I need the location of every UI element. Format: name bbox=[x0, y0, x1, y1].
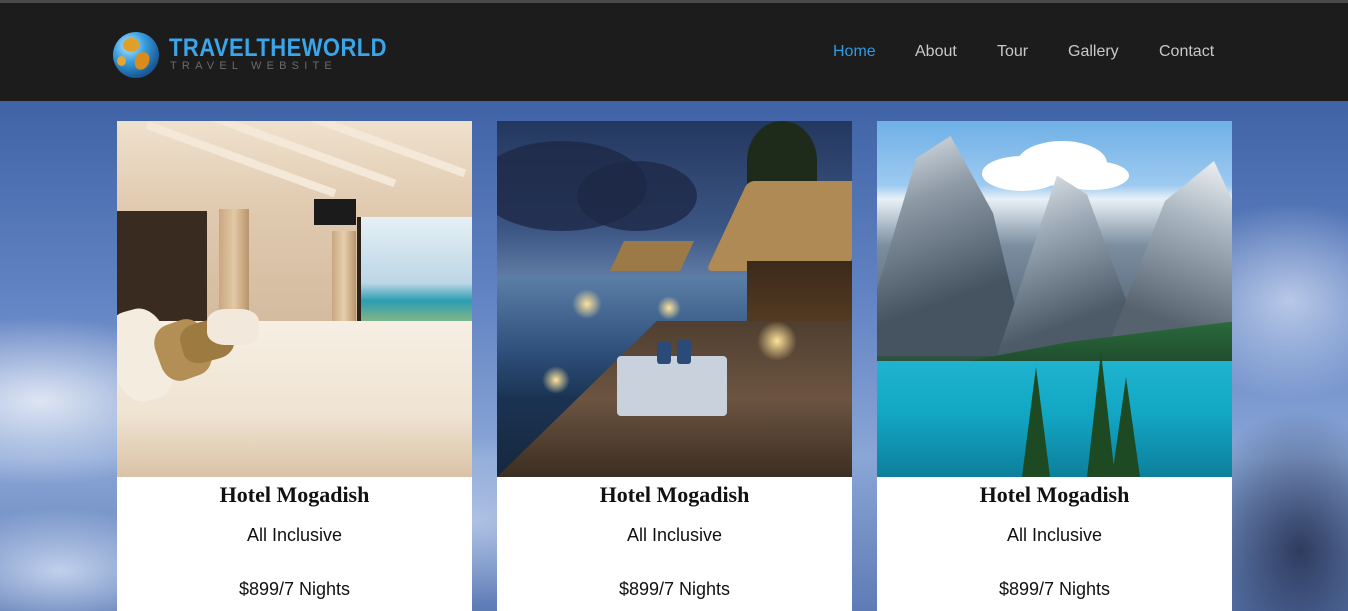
card-price: $899/7 Nights bbox=[618, 579, 731, 599]
nav-contact[interactable]: Contact bbox=[1159, 43, 1214, 61]
card-title: Hotel Mogadish bbox=[219, 482, 370, 507]
tour-card[interactable]: Hotel Mogadish All Inclusive $899/7 Nigh… bbox=[497, 121, 852, 611]
nav-tour[interactable]: Tour bbox=[997, 43, 1028, 61]
overwater-resort-photo[interactable] bbox=[497, 121, 852, 477]
card-subtitle: All Inclusive bbox=[626, 525, 723, 545]
card-subtitle: All Inclusive bbox=[246, 525, 343, 545]
nav-gallery[interactable]: Gallery bbox=[1068, 43, 1119, 61]
nav-about[interactable]: About bbox=[915, 43, 957, 61]
mountain-lake-photo[interactable] bbox=[877, 121, 1232, 477]
card-title: Hotel Mogadish bbox=[599, 482, 750, 507]
card-subtitle: All Inclusive bbox=[1006, 525, 1103, 545]
card-price: $899/7 Nights bbox=[238, 579, 351, 599]
nav-home[interactable]: Home bbox=[833, 43, 876, 61]
hotel-bedroom-photo[interactable] bbox=[117, 121, 472, 477]
navbar: TRAVELTHEWORLD TRAVEL WEBSITE Home About… bbox=[0, 3, 1348, 101]
card-price: $899/7 Nights bbox=[998, 579, 1111, 599]
main-nav: Home About Tour Gallery Contact bbox=[0, 43, 1348, 67]
card-title: Hotel Mogadish bbox=[979, 482, 1130, 507]
tour-card[interactable]: Hotel Mogadish All Inclusive $899/7 Nigh… bbox=[117, 121, 472, 611]
tour-card[interactable]: Hotel Mogadish All Inclusive $899/7 Nigh… bbox=[877, 121, 1232, 611]
